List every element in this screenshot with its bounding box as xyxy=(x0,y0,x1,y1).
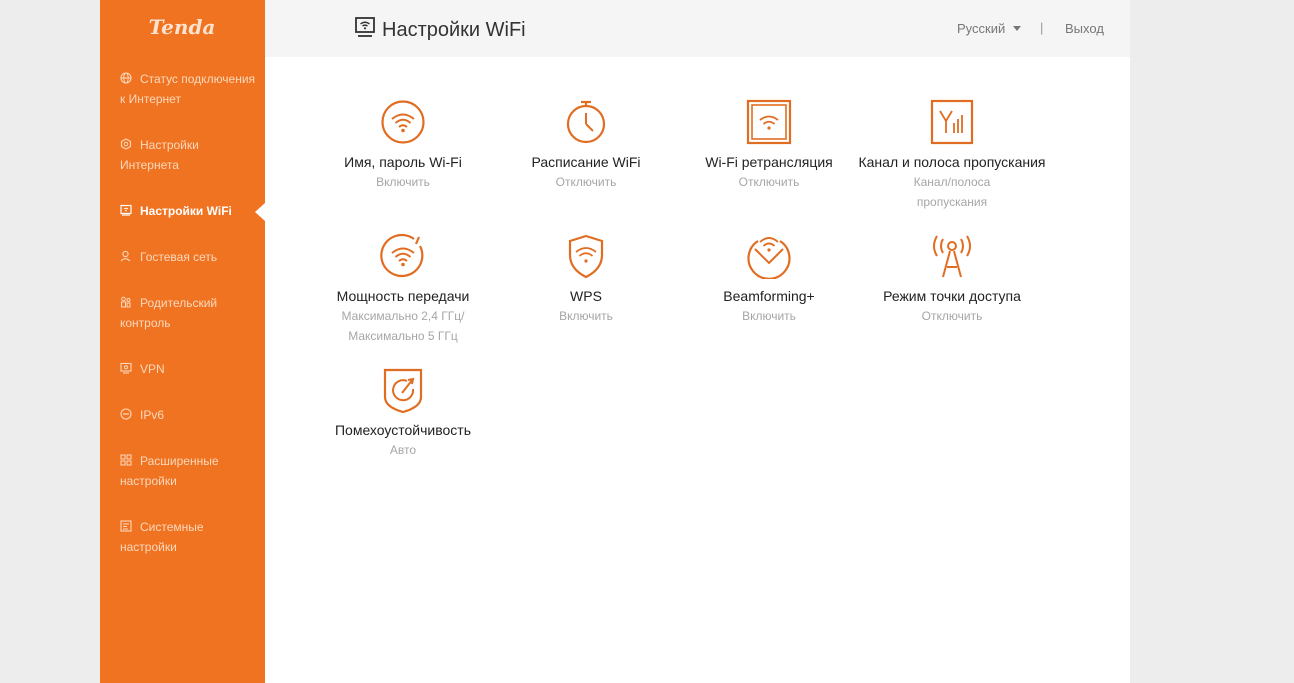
sidebar-item-connection-status[interactable]: Статус подключения к Интернет xyxy=(120,69,260,109)
tile-title: Имя, пароль Wi-Fi xyxy=(344,154,462,170)
parental-icon xyxy=(120,296,132,308)
sidebar-item-internet-settings[interactable]: Настройки Интернета xyxy=(120,135,260,175)
tile-channel-bandwidth[interactable]: Канал и полоса пропускания Канал/полоса … xyxy=(852,99,1052,212)
channel-bandwidth-icon xyxy=(929,99,975,145)
guest-user-icon xyxy=(120,250,132,262)
page-title: Настройки WiFi xyxy=(354,16,526,42)
tile-wifi-repeater[interactable]: Wi-Fi ретрансляция Отключить xyxy=(669,99,869,192)
tile-interference-immunity[interactable]: Помехоустойчивость Авто xyxy=(303,367,503,460)
sidebar-item-advanced-settings[interactable]: Расширенные настройки xyxy=(120,451,260,491)
tile-status: Канал/полоса пропускания xyxy=(913,175,991,209)
tile-status: Авто xyxy=(389,443,417,457)
sidebar-item-label: VPN xyxy=(140,362,165,376)
sidebar-item-system-settings[interactable]: Системные настройки xyxy=(120,517,260,557)
system-icon xyxy=(120,520,132,532)
tile-title: Мощность передачи xyxy=(336,288,470,304)
app-window: Tenda Статус подключения к Интернет Наст… xyxy=(100,0,1130,683)
sidebar-item-label: Расширенные настройки xyxy=(120,454,219,488)
tile-status: Отключить xyxy=(738,175,800,189)
timer-icon xyxy=(563,99,609,145)
ipv6-icon xyxy=(120,408,132,420)
active-item-caret xyxy=(255,203,265,221)
sidebar-item-label: Системные настройки xyxy=(120,520,204,554)
tile-title: WPS xyxy=(570,288,602,304)
tile-status: Отключить xyxy=(555,175,617,189)
tile-title: Расписание WiFi xyxy=(531,154,641,170)
tile-title: Beamforming+ xyxy=(723,288,815,304)
tile-status: Включить xyxy=(742,309,796,323)
transmit-power-icon xyxy=(380,233,426,279)
svg-text:Tenda: Tenda xyxy=(149,15,216,39)
access-point-icon xyxy=(929,233,975,279)
sidebar-item-ipv6[interactable]: IPv6 xyxy=(120,405,260,425)
interference-shield-icon xyxy=(380,367,426,413)
globe-icon xyxy=(120,72,132,84)
tile-status: Максимально 2,4 ГГц/ Максимально 5 ГГц xyxy=(341,309,465,343)
grid-icon xyxy=(120,454,132,466)
tile-title: Режим точки доступа xyxy=(883,288,1021,304)
sidebar-item-parental-control[interactable]: Родительский контроль xyxy=(120,293,260,333)
wifi-screen-icon xyxy=(120,204,132,216)
sidebar-item-label: Родительский контроль xyxy=(120,296,218,330)
tile-title: Канал и полоса пропускания xyxy=(858,154,1046,170)
logout-link[interactable]: Выход xyxy=(1065,21,1104,37)
sidebar-item-wifi-settings[interactable]: Настройки WiFi xyxy=(120,201,260,221)
tile-status: Включить xyxy=(376,175,430,189)
page-title-text: Настройки WiFi xyxy=(382,19,526,41)
beamforming-icon xyxy=(746,233,792,279)
tile-status: Отключить xyxy=(921,309,983,323)
header-separator: | xyxy=(1040,20,1044,35)
internet-settings-icon xyxy=(120,138,132,150)
wps-shield-icon xyxy=(563,233,609,279)
sidebar-item-label: IPv6 xyxy=(140,408,165,422)
tile-beamforming[interactable]: Beamforming+ Включить xyxy=(669,233,869,326)
router-screen-icon xyxy=(354,16,376,38)
vpn-icon xyxy=(120,362,132,374)
tenda-logo: Tenda xyxy=(149,15,216,39)
wifi-circle-icon xyxy=(380,99,426,145)
sidebar-item-label: Настройки WiFi xyxy=(140,204,232,218)
tile-transmit-power[interactable]: Мощность передачи Максимально 2,4 ГГц/ М… xyxy=(303,233,503,346)
wifi-repeater-icon xyxy=(746,99,792,145)
tile-wifi-name-password[interactable]: Имя, пароль Wi-Fi Включить xyxy=(303,99,503,192)
language-label: Русский xyxy=(957,21,1006,36)
sidebar-item-label: Гостевая сеть xyxy=(140,250,218,264)
sidebar: Tenda Статус подключения к Интернет Наст… xyxy=(100,0,265,683)
language-dropdown[interactable]: Русский xyxy=(957,21,1022,37)
sidebar-item-guest-network[interactable]: Гостевая сеть xyxy=(120,247,260,267)
tile-access-point-mode[interactable]: Режим точки доступа Отключить xyxy=(852,233,1052,326)
chevron-down-icon xyxy=(1013,26,1022,31)
tile-status: Включить xyxy=(559,309,613,323)
tile-title: Wi-Fi ретрансляция xyxy=(705,154,833,170)
header-bar: Настройки WiFi Русский | Выход xyxy=(265,0,1130,57)
tile-title: Помехоустойчивость xyxy=(334,422,471,438)
sidebar-item-vpn[interactable]: VPN xyxy=(120,359,260,379)
tile-wps[interactable]: WPS Включить xyxy=(486,233,686,326)
sidebar-item-label: Статус подключения к Интернет xyxy=(120,72,256,106)
tile-wifi-schedule[interactable]: Расписание WiFi Отключить xyxy=(486,99,686,192)
